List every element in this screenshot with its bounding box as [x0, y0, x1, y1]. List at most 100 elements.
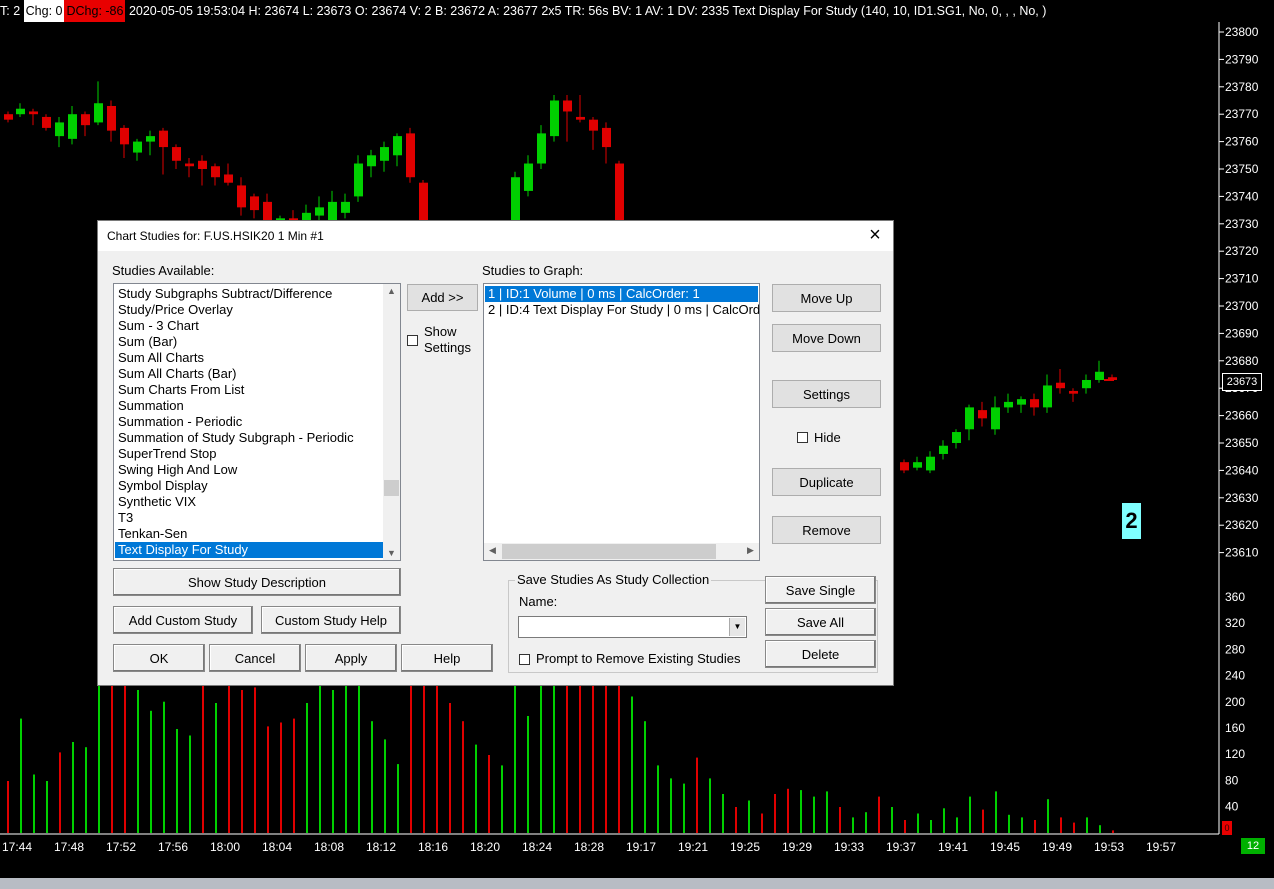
candle-body	[576, 116, 585, 120]
move-down-button[interactable]: Move Down	[772, 324, 881, 352]
price-tick-label: 23770	[1225, 107, 1259, 121]
study-available-item[interactable]: Sum - 3 Chart	[115, 318, 383, 334]
duplicate-button[interactable]: Duplicate	[772, 468, 881, 496]
hide-checkbox[interactable]	[797, 432, 808, 443]
volume-bar	[1021, 817, 1023, 833]
add-study-button[interactable]: Add >>	[407, 284, 478, 311]
candle-body	[81, 114, 90, 126]
remove-button[interactable]: Remove	[772, 516, 881, 544]
price-tick-label: 23650	[1225, 436, 1259, 450]
candle-body	[939, 445, 948, 454]
studies-available-scrollbar[interactable]: ▲ ▼	[383, 284, 400, 560]
volume-bar	[72, 742, 74, 833]
candle-body	[1082, 379, 1091, 389]
cancel-button[interactable]: Cancel	[209, 644, 301, 672]
study-available-item[interactable]: Tenkan-Sen	[115, 526, 383, 542]
study-available-item[interactable]: T3	[115, 510, 383, 526]
dialog-titlebar[interactable]: Chart Studies for: F.US.HSIK20 1 Min #1 …	[98, 221, 893, 251]
help-button[interactable]: Help	[401, 644, 493, 672]
study-available-item[interactable]: Text Display For Study	[115, 542, 383, 558]
time-tick-label: 19:37	[886, 840, 916, 854]
volume-bar	[280, 722, 282, 833]
current-volume-badge: 12	[1241, 838, 1265, 854]
study-available-item[interactable]: Synthetic VIX	[115, 494, 383, 510]
delete-button[interactable]: Delete	[765, 640, 876, 668]
time-tick-label: 19:49	[1042, 840, 1072, 854]
scroll-up-icon[interactable]: ▲	[383, 286, 400, 296]
volume-bar	[878, 796, 880, 833]
study-available-item[interactable]: Sum All Charts (Bar)	[115, 366, 383, 382]
volume-bar	[826, 791, 828, 833]
study-available-item[interactable]: Sum All Charts	[115, 350, 383, 366]
volume-bar	[59, 752, 61, 833]
settings-button[interactable]: Settings	[772, 380, 881, 408]
hscroll-thumb[interactable]	[502, 544, 716, 559]
study-available-item[interactable]: Summation of Study Subgraph - Periodic	[115, 430, 383, 446]
candle-body	[172, 147, 181, 161]
add-custom-study-button[interactable]: Add Custom Study	[113, 606, 253, 634]
candle-body	[1069, 390, 1078, 394]
close-icon[interactable]: ×	[863, 224, 887, 246]
price-tick-label: 23680	[1225, 354, 1259, 368]
study-available-item[interactable]: SuperTrend Stop	[115, 446, 383, 462]
study-available-item[interactable]: Summation - Periodic	[115, 414, 383, 430]
scroll-left-icon[interactable]: ◀	[484, 545, 501, 556]
bottom-scrollbar[interactable]	[0, 878, 1274, 889]
study-available-item[interactable]: Sum (Bar)	[115, 334, 383, 350]
volume-bar	[865, 812, 867, 833]
candle-body	[250, 196, 259, 211]
volume-axis: 360 320 280 240 200 160 120 80 40	[1225, 590, 1245, 814]
candle-body	[926, 456, 935, 471]
candle-body	[341, 201, 350, 213]
volume-bar	[488, 755, 490, 833]
current-price-tag: 23673	[1222, 373, 1262, 391]
study-available-item[interactable]: Symbol Display	[115, 478, 383, 494]
move-up-button[interactable]: Move Up	[772, 284, 881, 312]
daily-change-badge: DChg: -86	[64, 0, 126, 22]
study-available-item[interactable]: Study Subgraphs Subtract/Difference	[115, 286, 383, 302]
volume-bar	[631, 696, 633, 833]
volume-bar	[514, 683, 516, 833]
time-tick-label: 18:00	[210, 840, 240, 854]
study-available-item[interactable]: Sum Charts From List	[115, 382, 383, 398]
scroll-thumb[interactable]	[384, 480, 399, 496]
study-to-graph-item[interactable]: 2 | ID:4 Text Display For Study | 0 ms |…	[485, 302, 759, 318]
volume-bar	[527, 716, 529, 833]
show-settings-checkbox[interactable]	[407, 335, 418, 346]
study-available-item[interactable]: Swing High And Low	[115, 462, 383, 478]
volume-tick-label: 200	[1225, 695, 1245, 709]
save-all-button[interactable]: Save All	[765, 608, 876, 636]
volume-bar	[683, 783, 685, 833]
collection-name-combo[interactable]: ▼	[518, 616, 747, 638]
volume-bar	[787, 788, 789, 833]
volume-bar	[241, 690, 243, 833]
show-settings-label: Show Settings	[424, 324, 471, 355]
ok-button[interactable]: OK	[113, 644, 205, 672]
volume-tick-label: 80	[1225, 773, 1239, 787]
scroll-right-icon[interactable]: ▶	[742, 545, 759, 556]
show-study-description-button[interactable]: Show Study Description	[113, 568, 401, 596]
apply-button[interactable]: Apply	[305, 644, 397, 672]
studies-to-graph-hscrollbar[interactable]: ◀ ▶	[484, 543, 759, 560]
volume-bar	[1060, 817, 1062, 833]
time-tick-label: 19:33	[834, 840, 864, 854]
chevron-down-icon[interactable]: ▼	[729, 618, 745, 636]
scroll-down-icon[interactable]: ▼	[383, 548, 400, 558]
study-available-item[interactable]: Study/Price Overlay	[115, 302, 383, 318]
candle-body	[524, 163, 533, 191]
volume-bar	[150, 710, 152, 833]
save-single-button[interactable]: Save Single	[765, 576, 876, 604]
candle-body	[419, 182, 428, 224]
studies-to-graph-list[interactable]: 1 | ID:1 Volume | 0 ms | CalcOrder: 12 |…	[483, 283, 760, 561]
volume-bar	[982, 809, 984, 833]
candle-body	[4, 114, 13, 120]
study-to-graph-item[interactable]: 1 | ID:1 Volume | 0 ms | CalcOrder: 1	[485, 286, 758, 302]
studies-available-list[interactable]: Study Subgraphs Subtract/Difference Study…	[113, 283, 401, 561]
candle-body	[563, 100, 572, 112]
volume-tick-label: 40	[1225, 800, 1239, 814]
candle-body	[133, 141, 142, 153]
study-available-item[interactable]: Summation	[115, 398, 383, 414]
prompt-remove-checkbox[interactable]	[519, 654, 530, 665]
volume-bar	[371, 721, 373, 833]
custom-study-help-button[interactable]: Custom Study Help	[261, 606, 401, 634]
